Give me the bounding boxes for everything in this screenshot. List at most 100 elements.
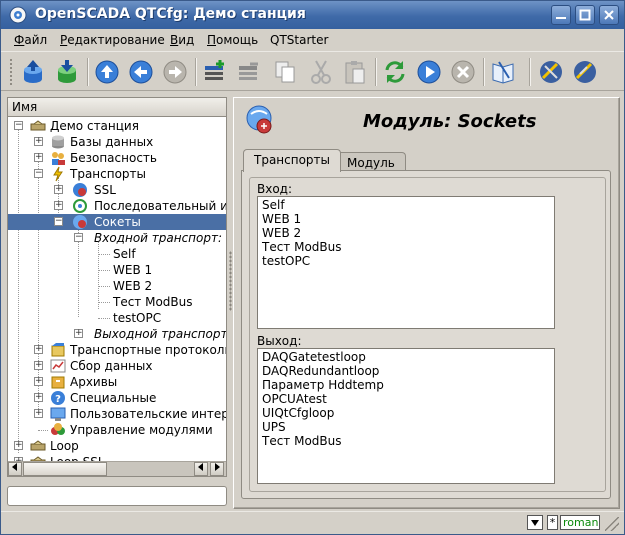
tree-item-loop[interactable]: + Loop	[8, 438, 226, 454]
delete-item-button[interactable]	[235, 58, 263, 86]
list-item[interactable]: DAQGatetestloop	[262, 350, 366, 364]
tree-item-security[interactable]: + Безопасность	[8, 150, 226, 166]
list-item[interactable]: Тест ModBus	[262, 240, 342, 254]
expand-toggle[interactable]: +	[34, 409, 43, 418]
expand-toggle[interactable]: +	[34, 377, 43, 386]
collapse-toggle[interactable]: −	[74, 233, 83, 242]
paste-button[interactable]	[341, 58, 369, 86]
tab-module[interactable]: Модуль	[336, 152, 406, 171]
collapse-toggle[interactable]: −	[54, 217, 63, 226]
expand-toggle[interactable]: +	[34, 137, 43, 146]
list-item[interactable]: UPS	[262, 420, 286, 434]
arrow-right-icon	[215, 463, 220, 471]
menu-help[interactable]: Помощь	[207, 33, 258, 47]
tree-item-databases[interactable]: + Базы данных	[8, 134, 226, 150]
ui-tool-2-button[interactable]	[571, 58, 599, 86]
list-item[interactable]: Тест ModBus	[262, 434, 342, 448]
db-load-button[interactable]	[19, 58, 47, 86]
tree-horizontal-scrollbar[interactable]	[8, 461, 226, 476]
tree-item-web1[interactable]: WEB 1	[8, 262, 226, 278]
tree-item-label: Демо станция	[50, 119, 139, 133]
tree-item-label: WEB 2	[113, 279, 153, 293]
tree-item-sockets[interactable]: − Сокеты	[8, 214, 226, 230]
tree-item-input-transport[interactable]: − Входной транспорт:	[8, 230, 226, 246]
tree-item-archives[interactable]: + Архивы	[8, 374, 226, 390]
navigation-tree[interactable]: − Демо станция + Базы данных + Безопасно…	[7, 117, 227, 477]
expand-toggle[interactable]: +	[14, 441, 23, 450]
input-transports-list[interactable]: Self WEB 1 WEB 2 Тест ModBus testOPC	[257, 196, 555, 329]
stop-button[interactable]	[449, 58, 477, 86]
list-item[interactable]: testOPC	[262, 254, 310, 268]
list-item[interactable]: DAQRedundantloop	[262, 364, 379, 378]
collapse-toggle[interactable]: −	[34, 169, 43, 178]
tree-column-header[interactable]: Имя	[7, 97, 227, 117]
scroll-left-button-2[interactable]	[194, 462, 208, 476]
list-item[interactable]: Self	[262, 198, 285, 212]
tree-item-special[interactable]: + ? Специальные	[8, 390, 226, 406]
menu-view[interactable]: Вид	[170, 33, 194, 47]
maximize-button[interactable]	[575, 5, 595, 25]
tab-transports[interactable]: Транспорты	[243, 149, 342, 172]
ui-tool-1-button[interactable]	[537, 58, 565, 86]
tree-search-input[interactable]	[7, 486, 227, 506]
tree-item-transport-protocols[interactable]: + Транспортные протоколы	[8, 342, 226, 358]
expand-toggle[interactable]: +	[34, 345, 43, 354]
menu-help-label: омощь	[216, 33, 259, 47]
minimize-button[interactable]	[551, 5, 571, 25]
list-item[interactable]: WEB 1	[262, 212, 301, 226]
cut-icon	[311, 60, 331, 84]
add-item-button[interactable]	[201, 58, 229, 86]
list-item[interactable]: Параметр Hddtemp	[262, 378, 384, 392]
station-icon	[30, 120, 46, 131]
list-item[interactable]: UIQtCfgloop	[262, 406, 334, 420]
tree-item-serial[interactable]: + Последовательный ин	[8, 198, 226, 214]
list-item[interactable]: OPCUAtest	[262, 392, 327, 406]
help-icon: ?	[51, 391, 65, 405]
expand-toggle[interactable]: +	[54, 185, 63, 194]
expand-toggle[interactable]: +	[74, 329, 83, 338]
tree-item-module-management[interactable]: Управление модулями	[8, 422, 226, 438]
start-button[interactable]	[415, 58, 443, 86]
tree-item-test-modbus[interactable]: Тест ModBus	[8, 294, 226, 310]
forward-button[interactable]	[161, 58, 189, 86]
tree-item-testopc[interactable]: testOPC	[8, 310, 226, 326]
manual-button[interactable]	[489, 58, 517, 86]
tree-item-data-acquisition[interactable]: + Сбор данных	[8, 358, 226, 374]
tree-item-ssl[interactable]: + SSL	[8, 182, 226, 198]
expand-toggle[interactable]: +	[34, 393, 43, 402]
menu-edit[interactable]: Редактирование	[60, 33, 165, 47]
collapse-toggle[interactable]: −	[14, 121, 23, 130]
tree-item-demo-station[interactable]: − Демо станция	[8, 118, 226, 134]
tree-item-output-transport[interactable]: + Выходной транспорт	[8, 326, 226, 342]
list-item[interactable]: WEB 2	[262, 226, 301, 240]
up-button[interactable]	[93, 58, 121, 86]
resize-grip[interactable]	[605, 517, 619, 531]
forward-icon	[163, 60, 187, 84]
back-button[interactable]	[127, 58, 155, 86]
scroll-right-button[interactable]	[210, 462, 224, 476]
tree-item-self[interactable]: Self	[8, 246, 226, 262]
close-button[interactable]	[599, 5, 619, 25]
users-icon	[52, 152, 65, 165]
output-transports-list[interactable]: DAQGatetestloop DAQRedundantloop Парамет…	[257, 348, 555, 484]
current-user[interactable]: roman	[560, 515, 600, 530]
status-combo[interactable]	[527, 515, 543, 530]
tree-item-web2[interactable]: WEB 2	[8, 278, 226, 294]
refresh-button[interactable]	[381, 58, 409, 86]
tree-item-user-interfaces[interactable]: + Пользовательские интерф	[8, 406, 226, 422]
menu-qtstarter[interactable]: QTStarter	[270, 33, 328, 47]
db-save-button[interactable]	[53, 58, 81, 86]
scroll-thumb[interactable]	[23, 462, 107, 476]
panel-splitter[interactable]	[229, 251, 232, 311]
cut-button[interactable]	[307, 58, 335, 86]
expand-toggle[interactable]: +	[54, 201, 63, 210]
scroll-left-button[interactable]	[8, 462, 22, 476]
title-bar[interactable]: OpenSCADA QTCfg: Демо станция	[1, 1, 624, 29]
expand-toggle[interactable]: +	[34, 153, 43, 162]
tree-item-transports[interactable]: − Транспорты	[8, 166, 226, 182]
copy-button[interactable]	[271, 58, 299, 86]
menu-file[interactable]: Файл	[14, 33, 47, 47]
expand-toggle[interactable]: +	[34, 361, 43, 370]
openscada-app-icon[interactable]	[9, 6, 27, 24]
toolbar-grip[interactable]	[9, 58, 13, 86]
